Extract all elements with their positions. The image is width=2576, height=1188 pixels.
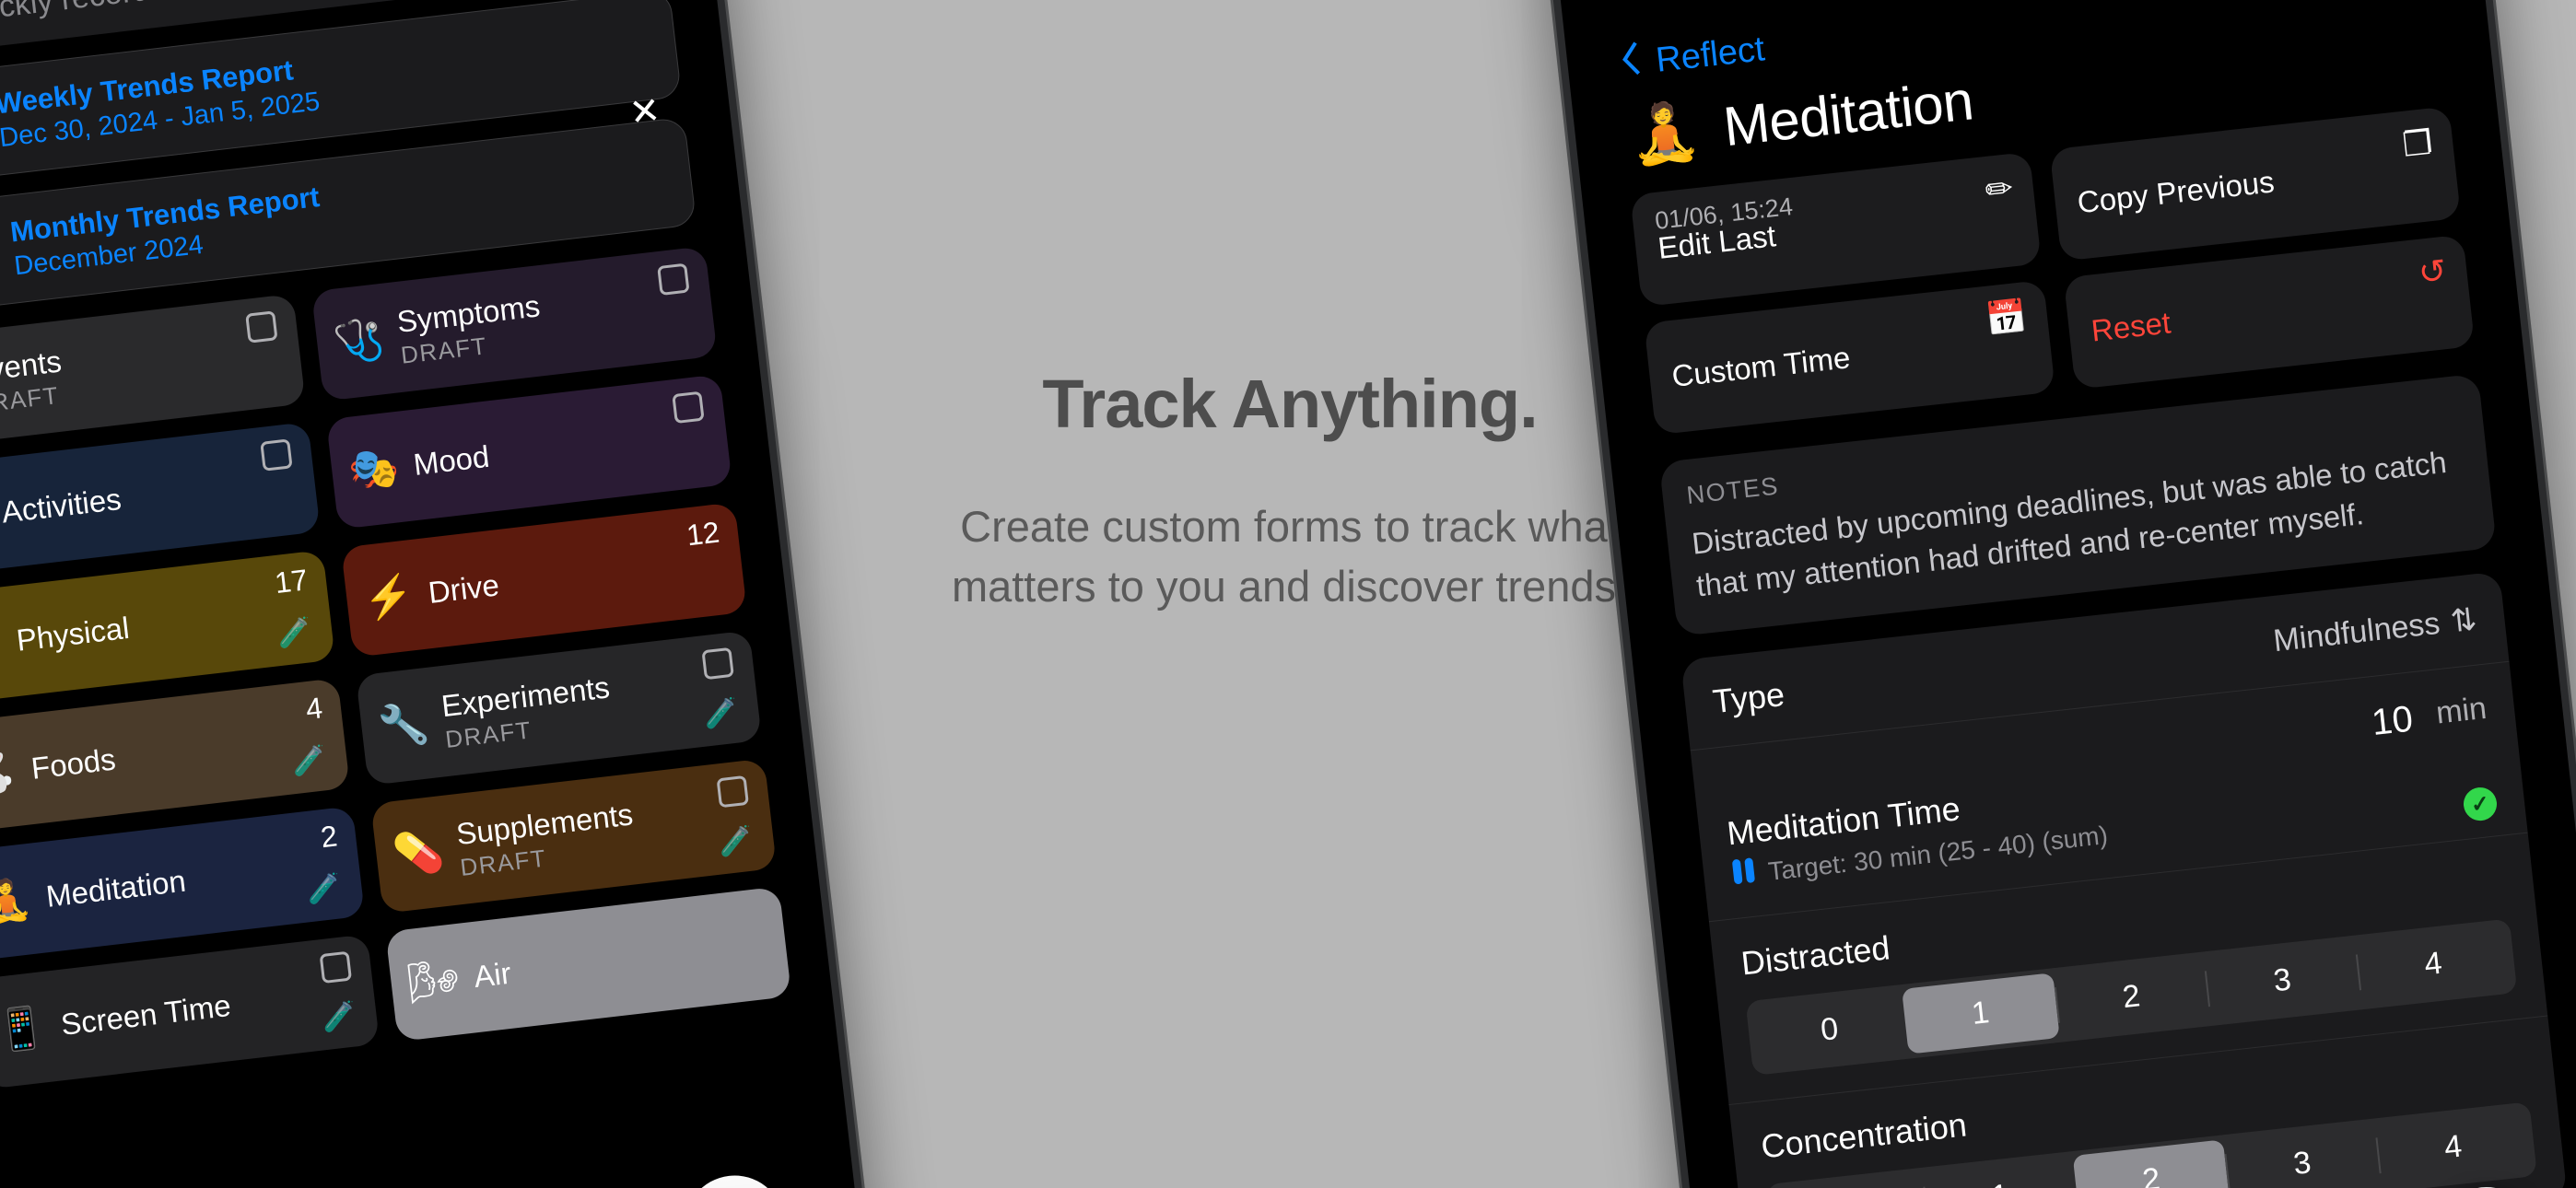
- add-button[interactable]: +: [679, 1170, 790, 1188]
- metric-tile-count: 4: [304, 691, 324, 727]
- metric-tile-label: Meditation: [44, 863, 188, 914]
- left-phone-screen: 16:42 Reflect: [0, 0, 896, 1188]
- checkbox-icon[interactable]: [319, 950, 353, 984]
- test-tubes-icon: [1730, 856, 1760, 892]
- checkbox-icon[interactable]: [672, 390, 705, 425]
- metric-tile[interactable]: ✈EventsDRAFT: [0, 293, 306, 449]
- scale-option[interactable]: 0: [1771, 1172, 1929, 1188]
- scale-option[interactable]: 4: [2374, 1107, 2533, 1188]
- checkbox-icon[interactable]: [657, 262, 690, 297]
- metric-tile-label: Foods: [29, 741, 118, 786]
- marketing-headline: Track Anything.: [1042, 366, 1538, 442]
- chevron-left-icon: [1617, 40, 1645, 88]
- metric-tile-label: Drive: [426, 567, 501, 610]
- type-value-text: Mindfulness: [2271, 605, 2442, 658]
- action-button[interactable]: 01/06, 15:24 ✏ Edit Last: [1630, 151, 2042, 308]
- metric-tile-icon: ⚡: [360, 572, 416, 623]
- metric-tile-status: DRAFT: [0, 380, 61, 419]
- test-tubes-icon: 🧪: [320, 1000, 358, 1035]
- search-placeholder: Quickly record a metric: [0, 0, 271, 30]
- metric-tile[interactable]: 🧘 Physical 17 🧪: [0, 550, 335, 705]
- scale-option[interactable]: 3: [2204, 940, 2362, 1021]
- right-phone-screen: 16:16 ••• Submit ✓ Reflect 🧘 Meditation …: [1544, 0, 2576, 1188]
- metric-tile[interactable]: 🐇 Foods 4 🧪: [0, 678, 351, 833]
- marketing-copy: Track Anything. Create custom forms to t…: [903, 368, 1677, 616]
- metric-tile[interactable]: 📱 Screen Time 🧪: [0, 934, 381, 1089]
- metric-tile[interactable]: ⚡ Drive 12: [340, 502, 747, 658]
- metric-tile-icon: 💊: [391, 828, 447, 879]
- checkbox-icon[interactable]: [260, 438, 293, 472]
- action-button[interactable]: 📅 Custom Time: [1644, 279, 2055, 436]
- meditation-icon: 🧘: [1625, 98, 1704, 169]
- page-title: Meditation: [1720, 69, 1976, 158]
- metric-tile[interactable]: 🎭 Mood: [325, 374, 732, 530]
- scale-option[interactable]: 3: [2223, 1124, 2382, 1188]
- action-label: Custom Time: [1669, 340, 1852, 393]
- type-value[interactable]: Mindfulness ⇅: [2272, 600, 2479, 659]
- metric-tile-icon: 🧘: [0, 875, 35, 926]
- test-tubes-icon: 🧪: [702, 696, 741, 731]
- marketing-subline: Create custom forms to track what matter…: [951, 501, 1629, 611]
- metric-tile-count: 12: [685, 515, 721, 553]
- metric-tile-icon: 📱: [0, 1004, 50, 1055]
- form-card: Type Mindfulness ⇅ 10 min ✓ Meditation T…: [1680, 571, 2568, 1188]
- metric-tile[interactable]: 🎮Activities: [0, 421, 321, 577]
- action-icon: ❐: [2400, 122, 2435, 164]
- scale-option[interactable]: 0: [1751, 989, 1909, 1070]
- metric-tile[interactable]: 🩺 Symptoms DRAFT: [310, 246, 718, 402]
- type-label: Type: [1710, 675, 1786, 721]
- metric-tile-label: Mood: [411, 438, 492, 482]
- metric-tile-count: 17: [273, 563, 310, 600]
- metric-tile-icon: 🐇: [0, 747, 20, 798]
- chevron-updown-icon: ⇅: [2448, 601, 2479, 640]
- scale-option[interactable]: 2: [2072, 1139, 2231, 1188]
- meditation-time-value: 10: [2370, 698, 2416, 744]
- test-tubes-icon: 🧪: [305, 872, 344, 907]
- metric-tile-count: 2: [319, 819, 339, 855]
- scale-option[interactable]: 1: [1901, 973, 2060, 1054]
- close-icon[interactable]: ✕: [627, 89, 663, 135]
- metric-tile[interactable]: 🌬 Air: [385, 886, 792, 1042]
- close-icon[interactable]: ✕: [613, 0, 649, 6]
- metric-tile-icon: 🔧: [375, 700, 432, 751]
- test-tubes-icon: 🧪: [290, 744, 329, 779]
- action-icon: ↺: [2416, 250, 2449, 292]
- action-label: Copy Previous: [2075, 164, 2277, 220]
- checkbox-icon[interactable]: [701, 646, 734, 681]
- metric-tile[interactable]: 💊 Supplements DRAFT 🧪: [370, 758, 778, 914]
- action-button[interactable]: ❐ Copy Previous: [2049, 106, 2462, 262]
- metric-tile[interactable]: 🧘 Meditation 2 🧪: [0, 806, 366, 961]
- metric-tile-label: Screen Time: [59, 987, 233, 1042]
- test-tubes-icon: 🧪: [717, 824, 755, 859]
- meditation-time-unit: min: [2434, 690, 2488, 731]
- metric-tile-label: Physical: [14, 610, 132, 658]
- metric-tile-label: Air: [472, 955, 513, 995]
- metric-tile-label: Activities: [0, 481, 123, 530]
- right-phone-mockup: 16:16 ••• Submit ✓ Reflect 🧘 Meditation …: [1533, 0, 2576, 1188]
- checkbox-icon[interactable]: [245, 310, 278, 344]
- metric-tile-icon: 🌬: [405, 956, 463, 1007]
- metric-tiles-grid: ✈EventsDRAFT🩺SymptomsDRAFT🎮Activities🎭Mo…: [0, 246, 792, 1089]
- metric-tile-icon: 🎭: [345, 444, 402, 495]
- scale-option[interactable]: 2: [2053, 957, 2211, 1038]
- action-icon: ✏: [1983, 169, 2015, 210]
- scale-option[interactable]: 1: [1921, 1156, 2079, 1188]
- action-icon: 📅: [1984, 297, 2030, 339]
- left-phone-mockup: 16:42 Reflect: [0, 0, 907, 1188]
- metric-tile[interactable]: 🔧 Experiments DRAFT 🧪: [356, 630, 763, 786]
- action-button[interactable]: ↺ Reset: [2063, 234, 2476, 390]
- test-tubes-icon: 🧪: [275, 616, 314, 651]
- action-label: Reset: [2090, 305, 2172, 348]
- scale-option[interactable]: 4: [2354, 924, 2512, 1005]
- metric-tile-icon: 🩺: [331, 315, 387, 367]
- checkbox-icon[interactable]: [716, 775, 749, 809]
- metric-tile-icon: 🧘: [0, 619, 5, 670]
